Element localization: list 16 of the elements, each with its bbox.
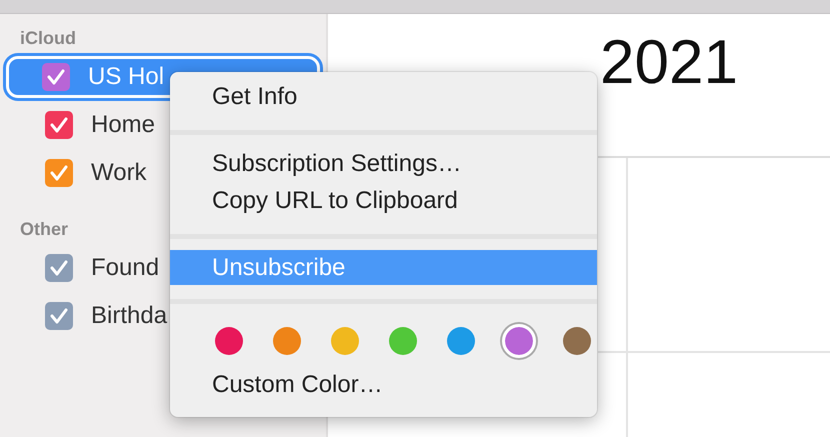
menu-item[interactable]: Custom Color… bbox=[170, 367, 597, 404]
calendar-checkbox[interactable] bbox=[45, 302, 73, 330]
calendar-name[interactable]: Work bbox=[91, 159, 147, 187]
calendar-checkbox[interactable] bbox=[45, 159, 73, 187]
menu-item[interactable]: Subscription Settings… bbox=[170, 146, 597, 183]
calendar-name[interactable]: Home bbox=[91, 111, 156, 139]
calendar-checkbox[interactable] bbox=[45, 254, 73, 282]
year-title: 2021 bbox=[600, 32, 738, 94]
calendar-checkbox[interactable] bbox=[42, 63, 70, 91]
section-heading: iCloud bbox=[19, 28, 76, 50]
calendar-name[interactable]: Birthda bbox=[91, 302, 168, 330]
color-swatch[interactable] bbox=[502, 324, 536, 358]
calendar-name[interactable]: Found bbox=[91, 254, 160, 282]
section-heading: Other bbox=[19, 219, 68, 241]
calendar-checkbox[interactable] bbox=[45, 111, 73, 139]
menu-item[interactable]: Copy URL to Clipboard bbox=[170, 183, 597, 220]
